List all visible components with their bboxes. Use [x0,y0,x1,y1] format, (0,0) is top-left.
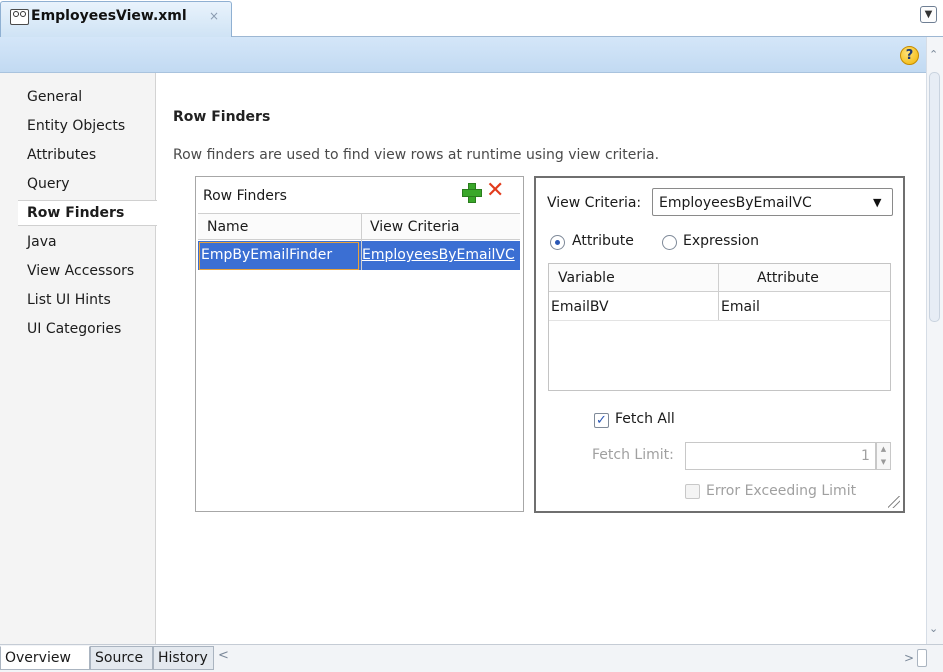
nav-item-list-ui-hints[interactable]: List UI Hints [27,292,111,308]
overview-header-bar [0,37,926,73]
nav-item-view-accessors[interactable]: View Accessors [27,263,134,279]
tab-overview[interactable]: Overview [0,646,90,670]
fetch-all-label[interactable]: Fetch All [615,411,675,427]
expression-radio-label[interactable]: Expression [683,233,759,249]
variable-cell[interactable]: EmailBV [551,299,609,315]
fetch-limit-label: Fetch Limit: [592,447,674,463]
xml-file-icon [10,9,29,25]
horizontal-scroll-thumb[interactable] [917,649,927,667]
row-finder-view-criteria-link[interactable]: EmployeesByEmailVC [362,247,515,263]
scroll-left-icon[interactable]: < [218,648,229,663]
vertical-scroll-thumb[interactable] [929,72,940,322]
nav-item-ui-categories[interactable]: UI Categories [27,321,121,337]
chevron-down-icon[interactable]: ▼ [873,196,881,209]
fetch-limit-spinner: ▲ ▼ [876,442,891,470]
help-icon[interactable]: ? [900,46,919,65]
tab-list-menu-icon[interactable]: ▼ [920,6,937,23]
nav-item-attributes[interactable]: Attributes [27,147,96,163]
fetch-limit-value: 1 [861,448,870,464]
attribute-radio-label[interactable]: Attribute [572,233,634,249]
attribute-cell[interactable]: Email [721,299,760,315]
delete-icon[interactable]: ✕ [486,180,504,202]
row-finder-name-cell[interactable]: EmpByEmailFinder [201,247,332,263]
table-row-divider [549,320,890,321]
tab-source[interactable]: Source [90,646,153,670]
view-criteria-select-value: EmployeesByEmailVC [659,195,812,211]
nav-item-entity-objects[interactable]: Entity Objects [27,118,125,134]
scroll-right-icon[interactable]: > [904,651,914,665]
scroll-down-icon[interactable]: ⌄ [929,622,938,635]
expression-radio[interactable] [662,235,677,250]
tab-history[interactable]: History [153,646,214,670]
column-header-variable[interactable]: Variable [558,270,615,286]
fetch-limit-input [685,442,876,470]
nav-item-row-finders[interactable]: Row Finders [27,205,124,221]
resize-grip-icon[interactable] [888,496,900,508]
column-header-attribute[interactable]: Attribute [757,270,819,286]
nav-item-java[interactable]: Java [27,234,57,250]
attribute-radio[interactable] [550,235,565,250]
fetch-all-checkbox[interactable]: ✓ [594,413,609,428]
add-icon[interactable] [462,183,482,203]
column-divider [718,264,719,320]
column-header-view-criteria[interactable]: View Criteria [370,219,459,235]
nav-item-general[interactable]: General [27,89,82,105]
row-finders-panel-title: Row Finders [203,188,287,204]
file-tab-label: EmployeesView.xml [31,8,187,24]
column-header-name[interactable]: Name [207,219,248,235]
page-description: Row finders are used to find view rows a… [173,147,660,163]
close-icon[interactable]: × [209,9,219,23]
scroll-up-icon[interactable]: ⌃ [929,48,938,61]
nav-item-query[interactable]: Query [27,176,70,192]
page-title: Row Finders [173,109,271,125]
error-exceeding-limit-checkbox [685,484,700,499]
view-criteria-label: View Criteria: [547,195,642,211]
error-exceeding-limit-label: Error Exceeding Limit [706,483,857,499]
